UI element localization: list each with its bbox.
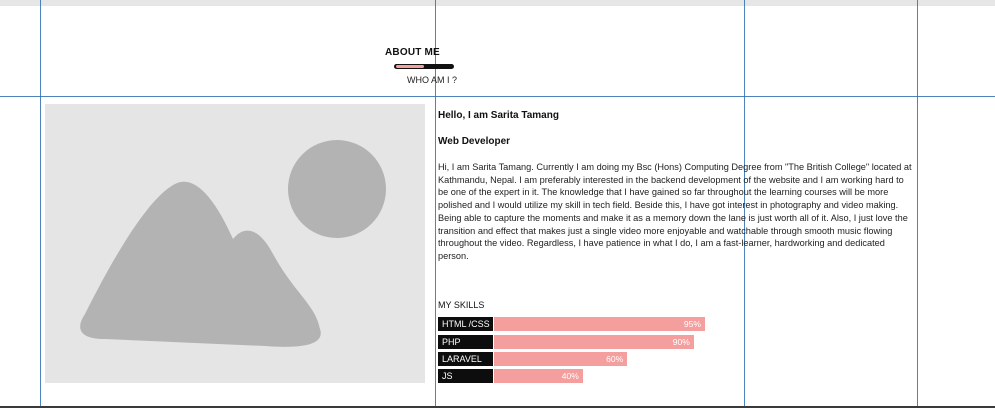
skill-label: JS xyxy=(438,369,493,383)
skill-percent: 90% xyxy=(672,337,690,347)
skill-row: HTML /CSS 95% xyxy=(438,317,838,331)
skill-label: LARAVEL xyxy=(438,352,493,366)
skill-percent: 60% xyxy=(606,354,624,364)
skill-bar: 95% xyxy=(494,317,705,331)
guide-line-vertical xyxy=(40,0,41,408)
skill-row: LARAVEL 60% xyxy=(438,352,838,366)
section-subtitle: WHO AM I ? xyxy=(407,75,458,85)
skill-percent: 40% xyxy=(561,371,579,381)
skill-bar: 90% xyxy=(494,335,694,349)
image-placeholder-icon xyxy=(80,140,386,347)
profile-image xyxy=(45,104,425,383)
skill-label: PHP xyxy=(438,335,493,349)
bio-paragraph: Hi, I am Sarita Tamang. Currently I am d… xyxy=(438,162,912,261)
section-underline xyxy=(394,64,454,69)
top-bar xyxy=(0,0,995,6)
skills-title: MY SKILLS xyxy=(438,300,485,310)
section-underline-fill xyxy=(396,65,424,68)
skill-bar: 60% xyxy=(494,352,628,366)
skill-percent: 95% xyxy=(683,319,701,329)
skill-label: HTML /CSS xyxy=(438,317,493,331)
role-heading: Web Developer xyxy=(438,136,511,147)
guide-line-vertical xyxy=(917,0,918,408)
skill-row: PHP 90% xyxy=(438,335,838,349)
greeting-heading: Hello, I am Sarita Tamang xyxy=(438,110,559,121)
guide-line-horizontal xyxy=(0,96,995,97)
guide-line-vertical xyxy=(435,0,436,408)
skill-row: JS 40% xyxy=(438,369,838,383)
section-title: ABOUT ME xyxy=(385,47,440,58)
skill-bar: 40% xyxy=(494,369,583,383)
